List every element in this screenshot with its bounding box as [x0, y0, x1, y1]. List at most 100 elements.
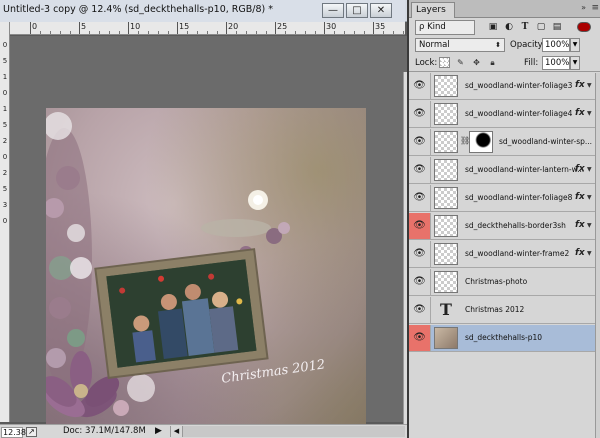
opacity-field[interactable]: 100%: [542, 38, 570, 52]
layer-filter-row: ρ Kind ▣ ◐ T ▢ ▤: [409, 19, 600, 37]
status-menu-arrow-icon[interactable]: ▶: [155, 426, 162, 436]
lock-position-icon[interactable]: ✥: [471, 57, 482, 68]
scrapbook-artwork[interactable]: Christmas 2012: [46, 108, 366, 426]
expand-effects-icon[interactable]: ▼: [587, 166, 592, 173]
filter-adjustment-icon[interactable]: ◐: [503, 21, 515, 33]
expand-effects-icon[interactable]: ▼: [587, 82, 592, 89]
layer-thumbnail[interactable]: [434, 243, 458, 265]
document-window: Untitled-3 copy @ 12.4% (sd_deckthehalls…: [0, 0, 415, 438]
filter-smart-object-icon[interactable]: ▤: [551, 21, 563, 33]
ruler-tick: [305, 31, 306, 34]
tab-layers[interactable]: Layers: [411, 2, 455, 18]
lock-all-icon[interactable]: 🔒︎: [487, 57, 498, 68]
layer-effects-icon[interactable]: fx: [575, 80, 585, 90]
horizontal-ruler[interactable]: 0 5 10 15 20 25 30 35: [10, 22, 414, 35]
visibility-eye-icon[interactable]: 👁︎: [409, 185, 431, 211]
layer-row[interactable]: 👁︎ sd_woodland-winter-foliage3 fx ▼: [409, 73, 595, 100]
ruler-tick: [187, 31, 188, 34]
layer-mask-thumbnail[interactable]: [469, 131, 493, 153]
visibility-eye-icon[interactable]: 👁︎: [409, 213, 431, 239]
ruler-tick: [207, 31, 208, 34]
ruler-tick: [168, 31, 169, 34]
visibility-eye-icon[interactable]: 👁︎: [409, 129, 431, 155]
visibility-eye-icon[interactable]: 👁︎: [409, 269, 431, 295]
layer-effects-icon[interactable]: fx: [575, 164, 585, 174]
ruler-left-label: 1: [2, 105, 8, 113]
zoom-level-field[interactable]: 12.38%: [1, 427, 34, 438]
layer-thumbnail[interactable]: [434, 159, 458, 181]
filter-type-icon[interactable]: T: [519, 21, 531, 33]
canvas-workspace[interactable]: Christmas 2012: [10, 36, 415, 438]
ruler-left-label: 2: [2, 169, 8, 177]
document-tab[interactable]: Untitled-3 copy @ 12.4% (sd_deckthehalls…: [0, 0, 405, 22]
opacity-label: Opacity:: [510, 40, 545, 50]
layer-thumbnail[interactable]: [434, 271, 458, 293]
layer-row[interactable]: 👁︎ ⛓ sd_woodland-winter-sp...: [409, 129, 595, 156]
ruler-tick: [295, 31, 296, 34]
fill-slider-icon[interactable]: ▼: [570, 56, 580, 70]
panel-tab-bar: Layers » ≡: [409, 0, 600, 18]
layer-name: Christmas-photo: [465, 277, 528, 286]
layer-row[interactable]: 👁︎ sd_woodland-winter-foliage8 fx ▼: [409, 185, 595, 212]
visibility-eye-icon[interactable]: 👁︎: [409, 297, 431, 323]
layer-name: sd_deckthehalls-border3sh: [465, 221, 566, 230]
ruler-tick: [315, 31, 316, 34]
layer-row[interactable]: 👁︎ T Christmas 2012: [409, 297, 595, 324]
layer-thumbnail[interactable]: [434, 75, 458, 97]
share-icon[interactable]: ↗: [26, 427, 37, 437]
panel-menu-icon[interactable]: ≡: [591, 3, 599, 13]
ruler-tick: [158, 31, 159, 34]
layer-name: sd_deckthehalls-p10: [465, 333, 543, 342]
visibility-eye-icon[interactable]: 👁︎: [409, 157, 431, 183]
scroll-left-icon[interactable]: ◀: [171, 426, 183, 437]
layer-effects-icon[interactable]: fx: [575, 220, 585, 230]
expand-effects-icon[interactable]: ▼: [587, 110, 592, 117]
horizontal-scrollbar[interactable]: ◀: [170, 426, 405, 437]
lock-brush-icon[interactable]: ✎: [455, 57, 466, 68]
ruler-tick: [148, 31, 149, 34]
layer-thumbnail[interactable]: [434, 131, 458, 153]
visibility-eye-icon[interactable]: 👁︎: [409, 101, 431, 127]
filter-kind-select[interactable]: ρ Kind: [415, 20, 475, 35]
visibility-eye-icon[interactable]: 👁︎: [409, 325, 431, 351]
filter-pixel-icon[interactable]: ▣: [487, 21, 499, 33]
expand-effects-icon[interactable]: ▼: [587, 222, 592, 229]
layer-row[interactable]: 👁︎ sd_woodland-winter-frame2 fx ▼: [409, 241, 595, 268]
visibility-eye-icon[interactable]: 👁︎: [409, 241, 431, 267]
ruler-left-label: 3: [2, 201, 8, 209]
filter-toggle[interactable]: [577, 22, 591, 32]
maximize-button[interactable]: □: [346, 3, 368, 18]
layer-thumbnail[interactable]: [434, 215, 458, 237]
blend-mode-select[interactable]: Normal ⬍: [415, 38, 505, 52]
layer-thumbnail[interactable]: [434, 327, 458, 349]
layer-name: Christmas 2012: [465, 305, 525, 314]
layer-thumbnail[interactable]: [434, 103, 458, 125]
layer-name: sd_woodland-winter-frame2: [465, 249, 570, 258]
layer-thumbnail[interactable]: [434, 187, 458, 209]
lock-transparent-icon[interactable]: [439, 57, 450, 68]
opacity-slider-icon[interactable]: ▼: [570, 38, 580, 52]
visibility-eye-icon[interactable]: 👁︎: [409, 73, 431, 99]
ruler-tick: [70, 31, 71, 34]
ruler-left-label: 0: [2, 153, 8, 161]
layer-row[interactable]: 👁︎ sd_woodland-winter-lantern-w... fx ▼: [409, 157, 595, 184]
layer-effects-icon[interactable]: fx: [575, 248, 585, 258]
filter-shape-icon[interactable]: ▢: [535, 21, 547, 33]
layer-row[interactable]: 👁︎ sd_deckthehalls-p10: [409, 325, 595, 352]
collapse-panel-icon[interactable]: »: [581, 3, 586, 12]
minimize-button[interactable]: —: [322, 3, 344, 18]
layers-scrollbar[interactable]: [595, 73, 600, 438]
fill-field[interactable]: 100%: [542, 56, 570, 70]
layer-row[interactable]: 👁︎ sd_deckthehalls-border3sh fx ▼: [409, 213, 595, 240]
layer-effects-icon[interactable]: fx: [575, 108, 585, 118]
layer-row[interactable]: 👁︎ Christmas-photo: [409, 269, 595, 296]
layer-row[interactable]: 👁︎ sd_woodland-winter-foliage4 fx ▼: [409, 101, 595, 128]
ruler-left-label: 5: [2, 57, 8, 65]
vertical-ruler[interactable]: 051015202530: [0, 22, 10, 422]
expand-effects-icon[interactable]: ▼: [587, 194, 592, 201]
type-layer-icon[interactable]: T: [434, 299, 458, 321]
ruler-left-label: 0: [2, 41, 8, 49]
close-button[interactable]: ✕: [370, 3, 392, 18]
expand-effects-icon[interactable]: ▼: [587, 250, 592, 257]
layer-effects-icon[interactable]: fx: [575, 192, 585, 202]
